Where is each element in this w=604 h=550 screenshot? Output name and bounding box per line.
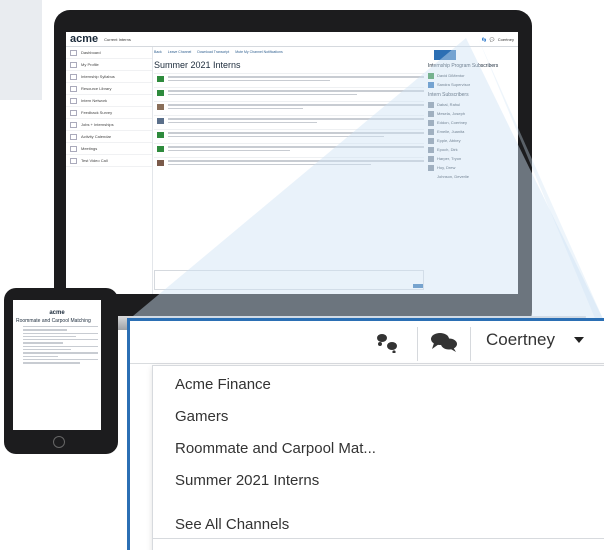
- footprints-icon[interactable]: 👣: [482, 37, 487, 42]
- channel-toolbar: Back Leave Channel Download Transcript M…: [154, 47, 426, 56]
- back-link[interactable]: Back: [154, 50, 162, 54]
- program-subscribers-heading: Internship Program Subscribers: [428, 63, 499, 69]
- message-input[interactable]: [154, 270, 424, 290]
- caret-down-icon[interactable]: [574, 337, 584, 343]
- subscriber-item[interactable]: Harper, Tryon: [428, 154, 518, 163]
- sidebar-item-resources[interactable]: Resource Library: [66, 83, 152, 95]
- calendar-icon: [70, 133, 77, 140]
- tablet-screen: acme Roommate and Carpool Matching: [13, 300, 101, 430]
- message-row: [154, 73, 424, 87]
- chat-icon[interactable]: 💬: [490, 37, 495, 42]
- footprints-icon[interactable]: [374, 331, 400, 353]
- message-row: [154, 157, 424, 171]
- sidebar-item-video-call[interactable]: Test Video Call: [66, 155, 152, 167]
- app-sidebar: Dashboard My Profile Internship Syllabus…: [66, 47, 153, 294]
- menu-divider: [153, 538, 604, 539]
- sidebar-item-syllabus[interactable]: Internship Syllabus: [66, 71, 152, 83]
- sidebar-item-calendar[interactable]: Activity Calendar: [66, 131, 152, 143]
- avatar: [157, 76, 164, 82]
- toolbar-divider: [417, 327, 418, 361]
- channel-content: Back Leave Channel Download Transcript M…: [154, 47, 426, 294]
- sidebar-item-dashboard[interactable]: Dashboard: [66, 47, 152, 59]
- menu-item-summer-interns[interactable]: Summer 2021 Interns: [175, 472, 319, 489]
- subscriber-item[interactable]: Mesela, Joseph: [428, 109, 518, 118]
- menu-item-acme-finance[interactable]: Acme Finance: [175, 376, 271, 393]
- channels-dropdown-menu: Acme Finance Gamers Roommate and Carpool…: [152, 365, 604, 550]
- sidebar-item-meetings[interactable]: Meetings: [66, 143, 152, 155]
- dashboard-icon: [70, 49, 77, 56]
- current-interns-label: Current Interns: [104, 36, 131, 42]
- subscriber-item[interactable]: Hoy, Drew: [428, 163, 518, 172]
- video-call-icon: [70, 157, 77, 164]
- avatar: [157, 90, 164, 96]
- message-row: [154, 115, 424, 129]
- resources-icon: [70, 85, 77, 92]
- message-row: [154, 129, 424, 143]
- message-row: [154, 101, 424, 115]
- subscriber-item[interactable]: Epoch, Dirk: [428, 145, 518, 154]
- leave-channel-link[interactable]: Leave Channel: [168, 50, 192, 54]
- message-row: [154, 143, 424, 157]
- avatar: [157, 146, 164, 152]
- app-logo[interactable]: acme: [70, 33, 98, 45]
- jobs-icon: [70, 121, 77, 128]
- meetings-icon: [70, 145, 77, 152]
- menu-item-gamers[interactable]: Gamers: [175, 408, 228, 425]
- header-divider: [130, 363, 604, 364]
- subscriber-item[interactable]: Sandra Supervisor: [428, 80, 518, 89]
- app-topbar: acme Current Interns 👣 💬 Coertney: [66, 32, 518, 47]
- zoomed-topbar: Coertney: [130, 321, 604, 365]
- subscriber-item[interactable]: Johnson, Deverlie: [428, 172, 518, 181]
- message-row: [154, 87, 424, 101]
- sidebar-item-jobs[interactable]: Jobs + Internships: [66, 119, 152, 131]
- sidebar-item-network[interactable]: Intern Network: [66, 95, 152, 107]
- subscriber-item[interactable]: Epple, Abbey: [428, 136, 518, 145]
- download-transcript-link[interactable]: Download Transcript: [197, 50, 229, 54]
- avatar: [157, 160, 164, 166]
- sidebar-item-profile[interactable]: My Profile: [66, 59, 152, 71]
- avatar: [157, 132, 164, 138]
- tablet-logo[interactable]: acme: [13, 310, 101, 316]
- network-icon: [70, 97, 77, 104]
- send-button[interactable]: [413, 284, 423, 288]
- mute-notifications-link[interactable]: Mute My Channel Notifications: [235, 50, 282, 54]
- feedback-icon: [70, 109, 77, 116]
- channel-title: Summer 2021 Interns: [154, 60, 241, 70]
- zoomed-header-panel: Coertney Acme Finance Gamers Roommate an…: [127, 318, 604, 550]
- syllabus-icon: [70, 73, 77, 80]
- see-all-channels-link[interactable]: See All Channels: [175, 516, 289, 533]
- subscriber-item[interactable]: Eddon, Coertney: [428, 118, 518, 127]
- subscriber-item[interactable]: Emelle, Juanita: [428, 127, 518, 136]
- subscribers-panel: Internship Program Subscribers David DiM…: [428, 47, 518, 294]
- user-menu-small[interactable]: Coertney: [498, 37, 514, 42]
- avatar: [157, 118, 164, 124]
- subscribe-button[interactable]: [434, 50, 456, 60]
- intern-subscribers-heading: Intern Subscribers: [428, 92, 469, 98]
- menu-item-roommate-carpool[interactable]: Roommate and Carpool Mat...: [175, 440, 376, 457]
- sidebar-item-feedback[interactable]: Feedback Survey: [66, 107, 152, 119]
- toolbar-divider: [470, 327, 471, 361]
- user-menu-button[interactable]: Coertney: [486, 330, 555, 350]
- tablet-channel-title: Roommate and Carpool Matching: [16, 318, 91, 324]
- profile-icon: [70, 61, 77, 68]
- tablet-home-button[interactable]: [53, 436, 65, 448]
- subscriber-item[interactable]: Dabal, Rahul: [428, 100, 518, 109]
- laptop-screen: acme Current Interns 👣 💬 Coertney Dashbo…: [66, 32, 518, 294]
- subscriber-item[interactable]: David DiMentor: [428, 71, 518, 80]
- chat-bubbles-icon[interactable]: [430, 331, 458, 353]
- avatar: [157, 104, 164, 110]
- background-block: [0, 0, 42, 100]
